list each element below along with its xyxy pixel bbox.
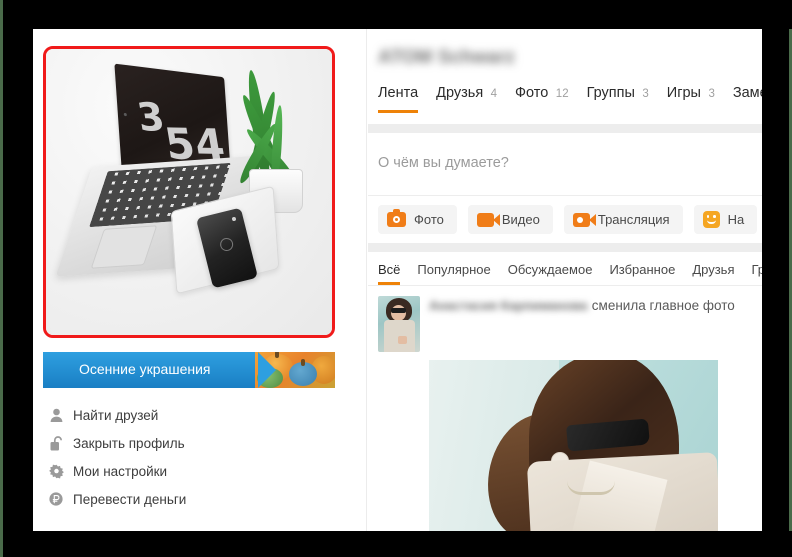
tab-label: Лента [378, 85, 419, 101]
laptop-camera-icon [123, 112, 127, 117]
post-author-name[interactable]: Анастасия Карпиманова [429, 298, 587, 313]
sidebar-item-label: Найти друзей [73, 407, 159, 423]
avatar[interactable] [378, 296, 420, 352]
profile-name: АТОМ Schwarz [378, 47, 515, 68]
post-header: Анастасия Карпиманова сменила главное фо… [378, 296, 762, 352]
tab-foto[interactable]: Фото 12 [515, 84, 569, 113]
tab-count: 3 [708, 88, 715, 100]
tab-label: Группы [586, 85, 635, 101]
section-gap [368, 124, 762, 133]
feed-filter-popular[interactable]: Популярное [417, 262, 490, 285]
gear-icon [43, 464, 69, 479]
feed-filter-all[interactable]: Всё [378, 262, 401, 285]
profile-photo-highlighted[interactable]: 3 54 [43, 46, 335, 338]
tab-druzya[interactable]: Друзья 4 [436, 84, 497, 113]
composer-placeholder: О чём вы думаете? [378, 155, 509, 171]
composer-mood-button[interactable]: На [693, 205, 758, 234]
sidebar-menu: Найти друзей Закрыть профиль Мои настрой… [43, 401, 343, 513]
banner-arrow-icon [258, 352, 276, 388]
feed-filter-friends[interactable]: Друзья [692, 262, 734, 285]
feed-post: Анастасия Карпиманова сменила главное фо… [368, 286, 762, 531]
composer-photo-button[interactable]: Фото [378, 205, 457, 234]
composer-input-area[interactable]: О чём вы думаете? [368, 133, 762, 195]
post-photo[interactable] [429, 360, 718, 531]
sidebar-item-close-profile[interactable]: Закрыть профиль [43, 429, 343, 457]
sidebar-item-label: Перевести деньги [73, 491, 187, 507]
feed-filter-favorites[interactable]: Избранное [609, 262, 675, 285]
sidebar-item-transfer-money[interactable]: Перевести деньги [43, 485, 343, 513]
video-camera-icon [476, 212, 500, 227]
feed-filter-groups[interactable]: Группы [752, 262, 763, 285]
profile-tabs: Лента Друзья 4 Фото 12 Группы 3 Игры 3 З… [378, 84, 762, 113]
tab-igry[interactable]: Игры 3 [667, 84, 715, 113]
post-composer: О чём вы думаете? Фото Видео Трансляция [368, 133, 762, 243]
post-text-line: Анастасия Карпиманова сменила главное фо… [429, 296, 735, 315]
frame-right [762, 0, 789, 557]
browser-viewport: 3 54 Осенние украшения Найти друзей Закр… [33, 29, 762, 531]
post-action-text: сменила главное фото [591, 298, 735, 313]
ruble-icon [43, 492, 69, 506]
tab-count: 12 [555, 88, 569, 100]
composer-video-button[interactable]: Видео [467, 205, 553, 234]
tab-label: Игры [666, 85, 701, 101]
sidebar-item-my-settings[interactable]: Мои настройки [43, 457, 343, 485]
action-label: Трансляция [597, 212, 670, 227]
frame-top [3, 0, 792, 29]
banner-title: Осенние украшения [79, 361, 211, 377]
pumpkin-stem [301, 359, 305, 366]
smiley-icon [702, 211, 720, 228]
section-gap [368, 243, 762, 252]
sidebar-item-label: Мои настройки [73, 463, 168, 479]
camera-icon [387, 209, 406, 227]
left-sidebar-column: 3 54 Осенние украшения Найти друзей Закр… [33, 29, 367, 531]
profile-header: АТОМ Schwarz Лента Друзья 4 Фото 12 Груп… [368, 29, 762, 124]
tab-lenta[interactable]: Лента [378, 84, 419, 113]
promo-banner[interactable]: Осенние украшения [43, 352, 335, 388]
frame-left [3, 0, 33, 557]
sidebar-item-label: Закрыть профиль [73, 435, 185, 451]
tab-count: 3 [642, 88, 649, 100]
live-broadcast-icon [572, 212, 596, 227]
tab-label: Друзья [436, 85, 484, 101]
composer-actions: Фото Видео Трансляция На [368, 196, 762, 243]
main-content-column: АТОМ Schwarz Лента Друзья 4 Фото 12 Груп… [368, 29, 762, 531]
action-label: На [727, 212, 745, 227]
tab-label: Заметки [732, 85, 762, 101]
tab-label: Фото [515, 85, 549, 101]
tab-count: 4 [490, 88, 498, 100]
person-icon [43, 408, 69, 422]
feed-filter-discussed[interactable]: Обсуждаемое [508, 262, 593, 285]
tab-zametki[interactable]: Заметки [733, 84, 762, 113]
frame-bottom [3, 531, 792, 557]
action-label: Фото [414, 212, 444, 227]
tab-gruppy[interactable]: Группы 3 [587, 84, 649, 113]
composer-broadcast-button[interactable]: Трансляция [563, 205, 683, 234]
sidebar-item-find-friends[interactable]: Найти друзей [43, 401, 343, 429]
feed-section: Всё Популярное Обсуждаемое Избранное Дру… [368, 252, 762, 531]
action-label: Видео [501, 212, 540, 227]
screenshot-frame: 3 54 Осенние украшения Найти друзей Закр… [0, 0, 792, 557]
feed-filter-tabs: Всё Популярное Обсуждаемое Избранное Дру… [368, 252, 762, 285]
profile-photo-image: 3 54 [46, 49, 332, 335]
open-lock-icon [43, 435, 69, 451]
